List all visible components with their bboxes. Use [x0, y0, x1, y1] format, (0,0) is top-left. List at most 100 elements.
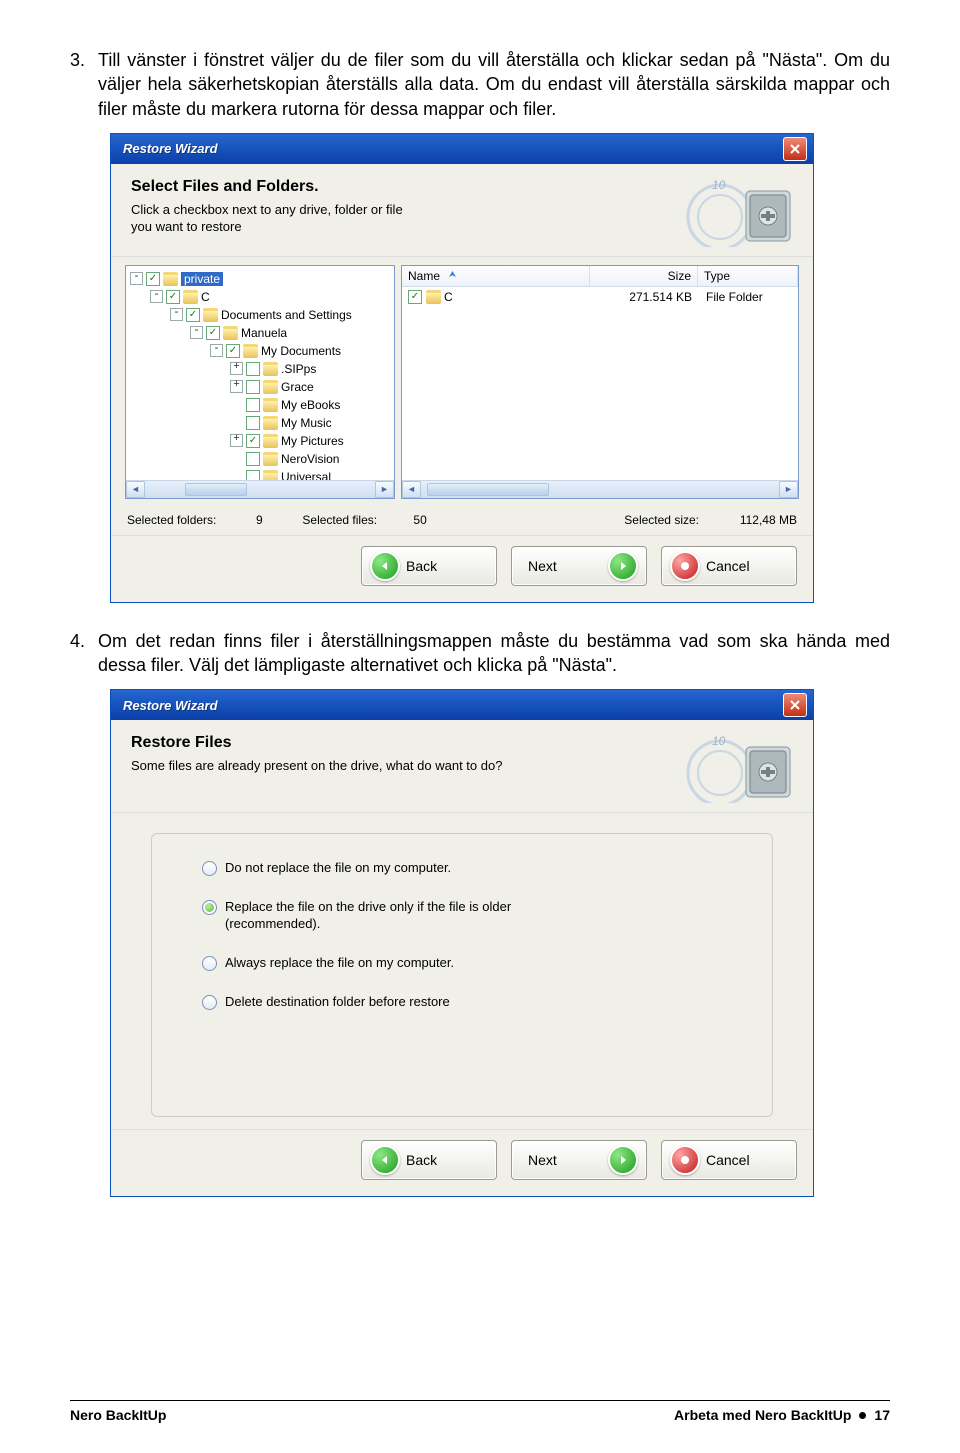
radio-label: Replace the file on the drive only if th… — [225, 899, 525, 933]
stop-icon — [670, 551, 700, 581]
tree-item-c[interactable]: C — [201, 290, 210, 304]
tree-item-manuela[interactable]: Manuela — [241, 326, 287, 340]
horizontal-scrollbar[interactable]: ◄ ► — [126, 480, 394, 498]
folder-icon — [223, 326, 238, 340]
close-button[interactable] — [783, 137, 807, 161]
dialog-heading: Restore Files — [131, 734, 679, 752]
tree-item-docsettings[interactable]: Documents and Settings — [221, 308, 352, 322]
list-item-name: C — [444, 290, 594, 304]
tree-checkbox[interactable] — [246, 416, 260, 430]
restore-wizard-dialog-1: Restore Wizard Select Files and Folders.… — [110, 133, 814, 603]
radio-input[interactable] — [202, 995, 217, 1010]
arrow-left-icon — [370, 551, 400, 581]
column-type[interactable]: Type — [698, 266, 798, 286]
list-row[interactable]: C 271.514 KB File Folder — [402, 287, 798, 307]
tree-checkbox[interactable] — [146, 272, 160, 286]
tree-checkbox[interactable] — [246, 362, 260, 376]
radio-label: Always replace the file on my computer. — [225, 955, 454, 972]
stop-icon — [670, 1145, 700, 1175]
scroll-left-arrow[interactable]: ◄ — [402, 481, 421, 498]
tree-item-nerovision[interactable]: NeroVision — [281, 452, 339, 466]
expand-toggle[interactable]: + — [230, 434, 243, 447]
close-button[interactable] — [783, 693, 807, 717]
folder-icon — [263, 398, 278, 412]
back-button[interactable]: Back — [361, 1140, 497, 1180]
step-text: Till vänster i fönstret väljer du de fil… — [98, 48, 890, 121]
dialog-heading: Select Files and Folders. — [131, 178, 679, 196]
scroll-right-arrow[interactable]: ► — [375, 481, 394, 498]
tree-item-private[interactable]: private — [181, 272, 223, 286]
tree-checkbox[interactable] — [206, 326, 220, 340]
step-number: 3. — [70, 48, 98, 121]
arrow-right-icon — [608, 1145, 638, 1175]
folder-icon — [183, 290, 198, 304]
expand-toggle[interactable]: - — [130, 272, 143, 285]
radio-input[interactable] — [202, 861, 217, 876]
folder-icon — [263, 452, 278, 466]
instruction-step-3: 3. Till vänster i fönstret väljer du de … — [70, 48, 890, 121]
expand-toggle[interactable]: + — [230, 380, 243, 393]
list-header[interactable]: Name Size Type — [402, 266, 798, 287]
step-number: 4. — [70, 629, 98, 678]
expand-toggle[interactable]: - — [150, 290, 163, 303]
step-text: Om det redan finns filer i återställning… — [98, 629, 890, 678]
column-size[interactable]: Size — [590, 266, 698, 286]
tree-item-ebooks[interactable]: My eBooks — [281, 398, 340, 412]
column-name[interactable]: Name — [408, 269, 440, 283]
folder-icon — [263, 434, 278, 448]
tree-checkbox[interactable] — [186, 308, 200, 322]
tree-item-sipps[interactable]: .SIPps — [281, 362, 316, 376]
radio-option-dont-replace[interactable]: Do not replace the file on my computer. — [202, 860, 746, 877]
scroll-thumb[interactable] — [185, 483, 247, 496]
file-list[interactable]: Name Size Type C 271.514 KB File Folder … — [401, 265, 799, 499]
tree-checkbox[interactable] — [246, 470, 260, 480]
instruction-step-4: 4. Om det redan finns filer i återställn… — [70, 629, 890, 678]
horizontal-scrollbar[interactable]: ◄ ► — [402, 480, 798, 498]
footer-left: Nero BackItUp — [70, 1407, 674, 1423]
radio-option-delete-dest[interactable]: Delete destination folder before restore — [202, 994, 746, 1011]
window-title: Restore Wizard — [117, 141, 783, 156]
list-item-size: 271.514 KB — [594, 290, 692, 304]
list-checkbox[interactable] — [408, 290, 422, 304]
tree-item-grace[interactable]: Grace — [281, 380, 314, 394]
tree-checkbox[interactable] — [166, 290, 180, 304]
dialog-subheading: Click a checkbox next to any drive, fold… — [131, 202, 679, 236]
tree-checkbox[interactable] — [246, 380, 260, 394]
radio-option-always-replace[interactable]: Always replace the file on my computer. — [202, 955, 746, 972]
scroll-thumb[interactable] — [427, 483, 549, 496]
tree-checkbox[interactable] — [246, 398, 260, 412]
scroll-left-arrow[interactable]: ◄ — [126, 481, 145, 498]
radio-input[interactable] — [202, 956, 217, 971]
next-button[interactable]: Next — [511, 546, 647, 586]
tree-item-music[interactable]: My Music — [281, 416, 332, 430]
expand-toggle[interactable]: + — [230, 362, 243, 375]
expand-toggle[interactable]: - — [190, 326, 203, 339]
arrow-right-icon — [608, 551, 638, 581]
radio-label: Delete destination folder before restore — [225, 994, 450, 1011]
tree-item-pictures[interactable]: My Pictures — [281, 434, 344, 448]
scroll-right-arrow[interactable]: ► — [779, 481, 798, 498]
radio-input[interactable] — [202, 900, 217, 915]
restore-wizard-dialog-2: Restore Wizard Restore Files Some files … — [110, 689, 814, 1197]
folder-icon — [263, 416, 278, 430]
tree-checkbox[interactable] — [226, 344, 240, 358]
titlebar: Restore Wizard — [111, 134, 813, 164]
tree-checkbox[interactable] — [246, 452, 260, 466]
folder-icon — [263, 470, 278, 480]
safe-illustration: 10 70 — [679, 730, 799, 804]
tree-item-universal[interactable]: Universal — [281, 470, 331, 480]
arrow-left-icon — [370, 1145, 400, 1175]
folder-tree[interactable]: - private - C - Documents and Settings — [125, 265, 395, 499]
back-button[interactable]: Back — [361, 546, 497, 586]
cancel-button[interactable]: Cancel — [661, 1140, 797, 1180]
expand-toggle[interactable]: - — [210, 344, 223, 357]
tree-item-mydocs[interactable]: My Documents — [261, 344, 341, 358]
titlebar: Restore Wizard — [111, 690, 813, 720]
cancel-button[interactable]: Cancel — [661, 546, 797, 586]
sort-arrow-icon — [446, 269, 459, 282]
expand-toggle[interactable]: - — [170, 308, 183, 321]
radio-option-replace-older[interactable]: Replace the file on the drive only if th… — [202, 899, 746, 933]
next-button[interactable]: Next — [511, 1140, 647, 1180]
folder-icon — [263, 380, 278, 394]
tree-checkbox[interactable] — [246, 434, 260, 448]
